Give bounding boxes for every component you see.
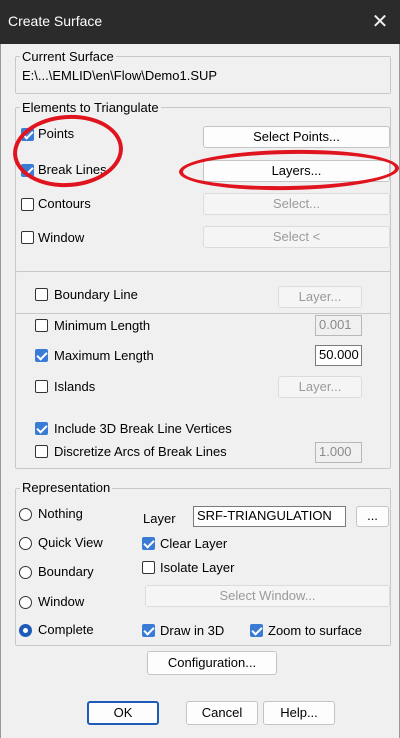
- radio-complete-label: Complete: [38, 622, 94, 637]
- minimum-length-label: Minimum Length: [54, 318, 151, 333]
- radio-window[interactable]: [19, 596, 32, 609]
- elements-legend: Elements to Triangulate: [20, 100, 161, 115]
- layer-input[interactable]: SRF-TRIANGULATION: [193, 506, 346, 527]
- cancel-button[interactable]: Cancel: [186, 701, 258, 725]
- create-surface-dialog: Current Surface E:\...\EMLID\en\Flow\Dem…: [0, 44, 400, 738]
- ok-button[interactable]: OK: [87, 701, 159, 725]
- radio-quick-view[interactable]: [19, 537, 32, 550]
- maximum-length-input[interactable]: 50.000: [315, 345, 362, 366]
- select-points-button[interactable]: Select Points...: [203, 126, 390, 148]
- include-3d-label: Include 3D Break Line Vertices: [54, 421, 232, 436]
- radio-boundary[interactable]: [19, 566, 32, 579]
- clear-layer-label: Clear Layer: [160, 536, 228, 551]
- maximum-length-label: Maximum Length: [54, 348, 154, 363]
- zoom-surface-label: Zoom to surface: [268, 623, 362, 638]
- zoom-surface-checkbox[interactable]: [250, 624, 263, 637]
- help-button[interactable]: Help...: [263, 701, 335, 725]
- current-surface-path: E:\...\EMLID\en\Flow\Demo1.SUP: [22, 68, 218, 83]
- draw-3d-label: Draw in 3D: [160, 623, 225, 638]
- isolate-layer-checkbox[interactable]: [142, 561, 155, 574]
- boundary-line-label: Boundary Line: [54, 287, 138, 302]
- maximum-length-checkbox[interactable]: [35, 349, 48, 362]
- title-bar: Create Surface ✕: [0, 0, 400, 44]
- representation-legend: Representation: [20, 480, 113, 495]
- radio-complete[interactable]: [19, 624, 32, 637]
- contours-select-button[interactable]: Select...: [203, 193, 390, 215]
- discretize-checkbox[interactable]: [35, 445, 48, 458]
- layer-label: Layer: [143, 511, 176, 526]
- include-3d-checkbox[interactable]: [35, 422, 48, 435]
- islands-checkbox[interactable]: [35, 380, 48, 393]
- window-checkbox[interactable]: [21, 231, 34, 244]
- window-select-button[interactable]: Select <: [203, 226, 390, 248]
- radio-quick-view-label: Quick View: [38, 535, 103, 550]
- layer-browse-button[interactable]: ...: [356, 506, 389, 527]
- window-title: Create Surface: [8, 13, 103, 29]
- islands-label: Islands: [54, 379, 96, 394]
- clear-layer-checkbox[interactable]: [142, 537, 155, 550]
- boundary-layer-button[interactable]: Layer...: [278, 286, 362, 308]
- select-window-button[interactable]: Select Window...: [145, 585, 390, 607]
- configuration-button[interactable]: Configuration...: [147, 651, 277, 675]
- window-label: Window: [38, 230, 85, 245]
- current-surface-legend: Current Surface: [20, 49, 116, 64]
- islands-layer-button[interactable]: Layer...: [278, 376, 362, 398]
- isolate-layer-label: Isolate Layer: [160, 560, 235, 575]
- radio-nothing-label: Nothing: [38, 506, 83, 521]
- contours-checkbox[interactable]: [21, 198, 34, 211]
- discretize-label: Discretize Arcs of Break Lines: [54, 444, 227, 459]
- radio-boundary-label: Boundary: [38, 564, 94, 579]
- draw-3d-checkbox[interactable]: [142, 624, 155, 637]
- radio-window-label: Window: [38, 594, 85, 609]
- minimum-length-checkbox[interactable]: [35, 319, 48, 332]
- minimum-length-input[interactable]: 0.001: [315, 315, 362, 336]
- boundary-line-checkbox[interactable]: [35, 288, 48, 301]
- discretize-input[interactable]: 1.000: [315, 442, 362, 463]
- contours-label: Contours: [38, 196, 91, 211]
- radio-nothing[interactable]: [19, 508, 32, 521]
- close-icon[interactable]: ✕: [360, 0, 400, 44]
